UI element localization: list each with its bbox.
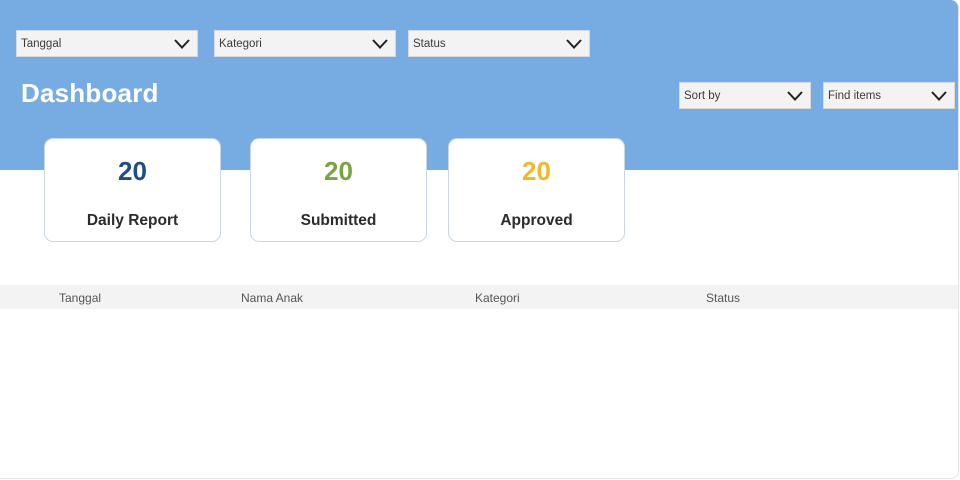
table-header: Tanggal Nama Anak Kategori Status xyxy=(0,285,958,309)
submitted-label: Submitted xyxy=(300,212,377,229)
daily-report-label: Daily Report xyxy=(86,212,179,229)
chevron-down-icon xyxy=(566,38,582,49)
find-items-dropdown[interactable]: Find items xyxy=(823,82,955,109)
sort-by-dropdown[interactable]: Sort by xyxy=(679,82,811,109)
daily-report-card[interactable]: 20 Daily Report xyxy=(44,138,221,242)
tanggal-filter-label: Tanggal xyxy=(21,38,62,50)
kategori-filter-label: Kategori xyxy=(219,38,262,50)
column-header-status[interactable]: Status xyxy=(706,291,740,305)
column-header-kategori[interactable]: Kategori xyxy=(475,291,520,305)
status-filter-label: Status xyxy=(413,38,446,50)
sort-by-label: Sort by xyxy=(684,90,721,102)
approved-card[interactable]: 20 Approved xyxy=(448,138,625,242)
chevron-down-icon xyxy=(372,38,388,49)
kategori-filter-dropdown[interactable]: Kategori xyxy=(214,30,396,57)
approved-label: Approved xyxy=(500,212,573,229)
chevron-down-icon xyxy=(931,90,947,101)
page-title: Dashboard xyxy=(21,78,159,108)
submitted-card[interactable]: 20 Submitted xyxy=(250,138,427,242)
tanggal-filter-dropdown[interactable]: Tanggal xyxy=(16,30,198,57)
chevron-down-icon xyxy=(174,38,190,49)
daily-report-count: 20 xyxy=(118,156,147,186)
column-header-nama-anak[interactable]: Nama Anak xyxy=(241,291,303,305)
approved-count: 20 xyxy=(522,156,551,186)
column-header-tanggal[interactable]: Tanggal xyxy=(59,291,101,305)
chevron-down-icon xyxy=(787,90,803,101)
app-window: Tanggal Kategori Status Dashboard Sort b… xyxy=(0,0,959,479)
status-filter-dropdown[interactable]: Status xyxy=(408,30,590,57)
find-items-label: Find items xyxy=(828,90,882,102)
submitted-count: 20 xyxy=(324,156,353,186)
